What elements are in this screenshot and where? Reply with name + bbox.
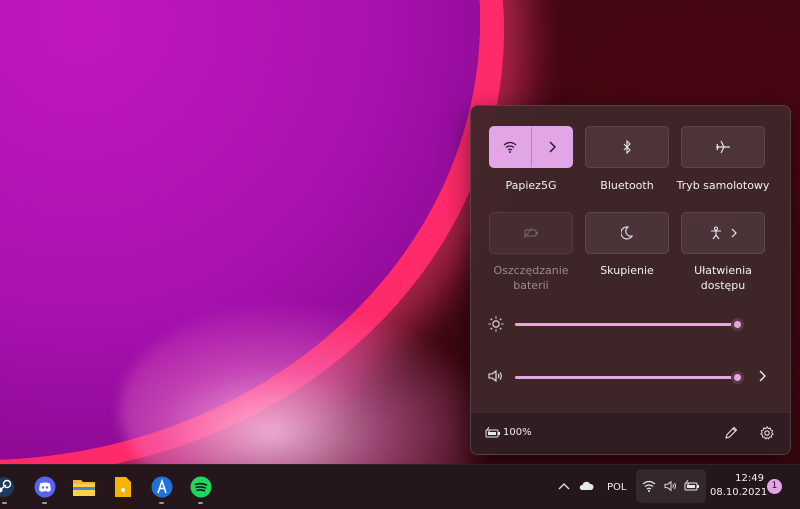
accessibility-label-line1: Ułatwienia xyxy=(694,264,752,277)
chevron-right-icon xyxy=(731,228,737,238)
discord-app[interactable] xyxy=(33,475,57,499)
battery-charging-icon xyxy=(684,480,700,492)
file-explorer-app[interactable] xyxy=(72,475,96,499)
brightness-slider[interactable] xyxy=(515,318,744,331)
steam-icon xyxy=(0,476,15,498)
steam-app[interactable] xyxy=(0,475,16,499)
focus-label: Skupienie xyxy=(600,264,654,277)
wifi-tile[interactable] xyxy=(489,126,573,168)
battery-saver-tile[interactable] xyxy=(489,212,573,254)
bluetooth-icon xyxy=(622,140,632,154)
steam-running-indicator xyxy=(2,502,7,504)
wifi-networks-button[interactable] xyxy=(532,127,573,167)
spotify-running-indicator xyxy=(198,502,203,504)
audio-output-chevron-icon[interactable] xyxy=(758,370,766,382)
notes-icon xyxy=(114,476,132,498)
pinned-app-running-indicator xyxy=(159,502,164,504)
wifi-toggle[interactable] xyxy=(490,127,532,167)
accessibility-icon xyxy=(709,226,723,240)
chevron-up-icon[interactable] xyxy=(558,482,570,490)
file-explorer-icon xyxy=(72,477,96,497)
notes-app[interactable] xyxy=(111,475,135,499)
volume-slider[interactable] xyxy=(515,371,744,384)
input-language-indicator[interactable]: POL xyxy=(607,482,626,493)
gear-icon[interactable] xyxy=(760,426,774,440)
wifi-icon xyxy=(642,480,656,492)
moon-icon xyxy=(621,226,633,240)
accessibility-tile[interactable] xyxy=(681,212,765,254)
discord-icon xyxy=(34,476,56,498)
accessibility-label: Ułatwienia dostępu xyxy=(673,263,773,293)
quick-settings-panel: Papiez5G Bluetooth Tryb samolotowy Oszcz… xyxy=(470,105,791,455)
speaker-icon xyxy=(663,480,679,492)
battery-saver-label-line1: Oszczędzanie xyxy=(493,264,569,277)
pinned-app[interactable] xyxy=(150,475,174,499)
quick-settings-footer: 100% xyxy=(471,412,790,454)
airplane-icon xyxy=(715,140,731,154)
battery-saver-label: Oszczędzanie baterii xyxy=(481,263,581,293)
battery-saver-label-line2: baterii xyxy=(513,279,549,292)
bluetooth-label: Bluetooth xyxy=(600,179,654,192)
chevron-right-icon xyxy=(548,141,556,153)
wifi-label: Papiez5G xyxy=(505,179,557,192)
brightness-slider-fill xyxy=(515,323,737,326)
brightness-slider-row xyxy=(471,312,790,336)
bluetooth-tile[interactable] xyxy=(585,126,669,168)
battery-charging-icon[interactable] xyxy=(485,427,501,439)
discord-running-indicator xyxy=(42,502,47,504)
speaker-icon[interactable] xyxy=(488,369,504,383)
clock[interactable]: 12:49 08.10.2021 xyxy=(710,472,768,500)
volume-slider-thumb[interactable] xyxy=(731,371,744,384)
network-volume-battery-group[interactable] xyxy=(636,469,706,503)
airplane-mode-tile[interactable] xyxy=(681,126,765,168)
volume-slider-row xyxy=(471,365,790,389)
battery-saver-icon xyxy=(523,227,539,239)
notification-badge[interactable]: 1 xyxy=(767,479,782,494)
sun-icon xyxy=(488,316,504,332)
clock-time: 12:49 xyxy=(735,473,764,484)
brightness-slider-thumb[interactable] xyxy=(731,318,744,331)
battery-percentage[interactable]: 100% xyxy=(503,427,532,438)
accessibility-label-line2: dostępu xyxy=(700,279,746,292)
wifi-icon xyxy=(503,141,517,153)
cloud-icon[interactable] xyxy=(578,481,594,491)
app-icon xyxy=(151,476,173,498)
pencil-icon[interactable] xyxy=(724,426,738,440)
airplane-mode-label: Tryb samolotowy xyxy=(676,179,770,192)
volume-slider-fill xyxy=(515,376,737,379)
focus-tile[interactable] xyxy=(585,212,669,254)
spotify-icon xyxy=(190,476,212,498)
clock-date: 08.10.2021 xyxy=(710,487,768,498)
spotify-app[interactable] xyxy=(189,475,213,499)
